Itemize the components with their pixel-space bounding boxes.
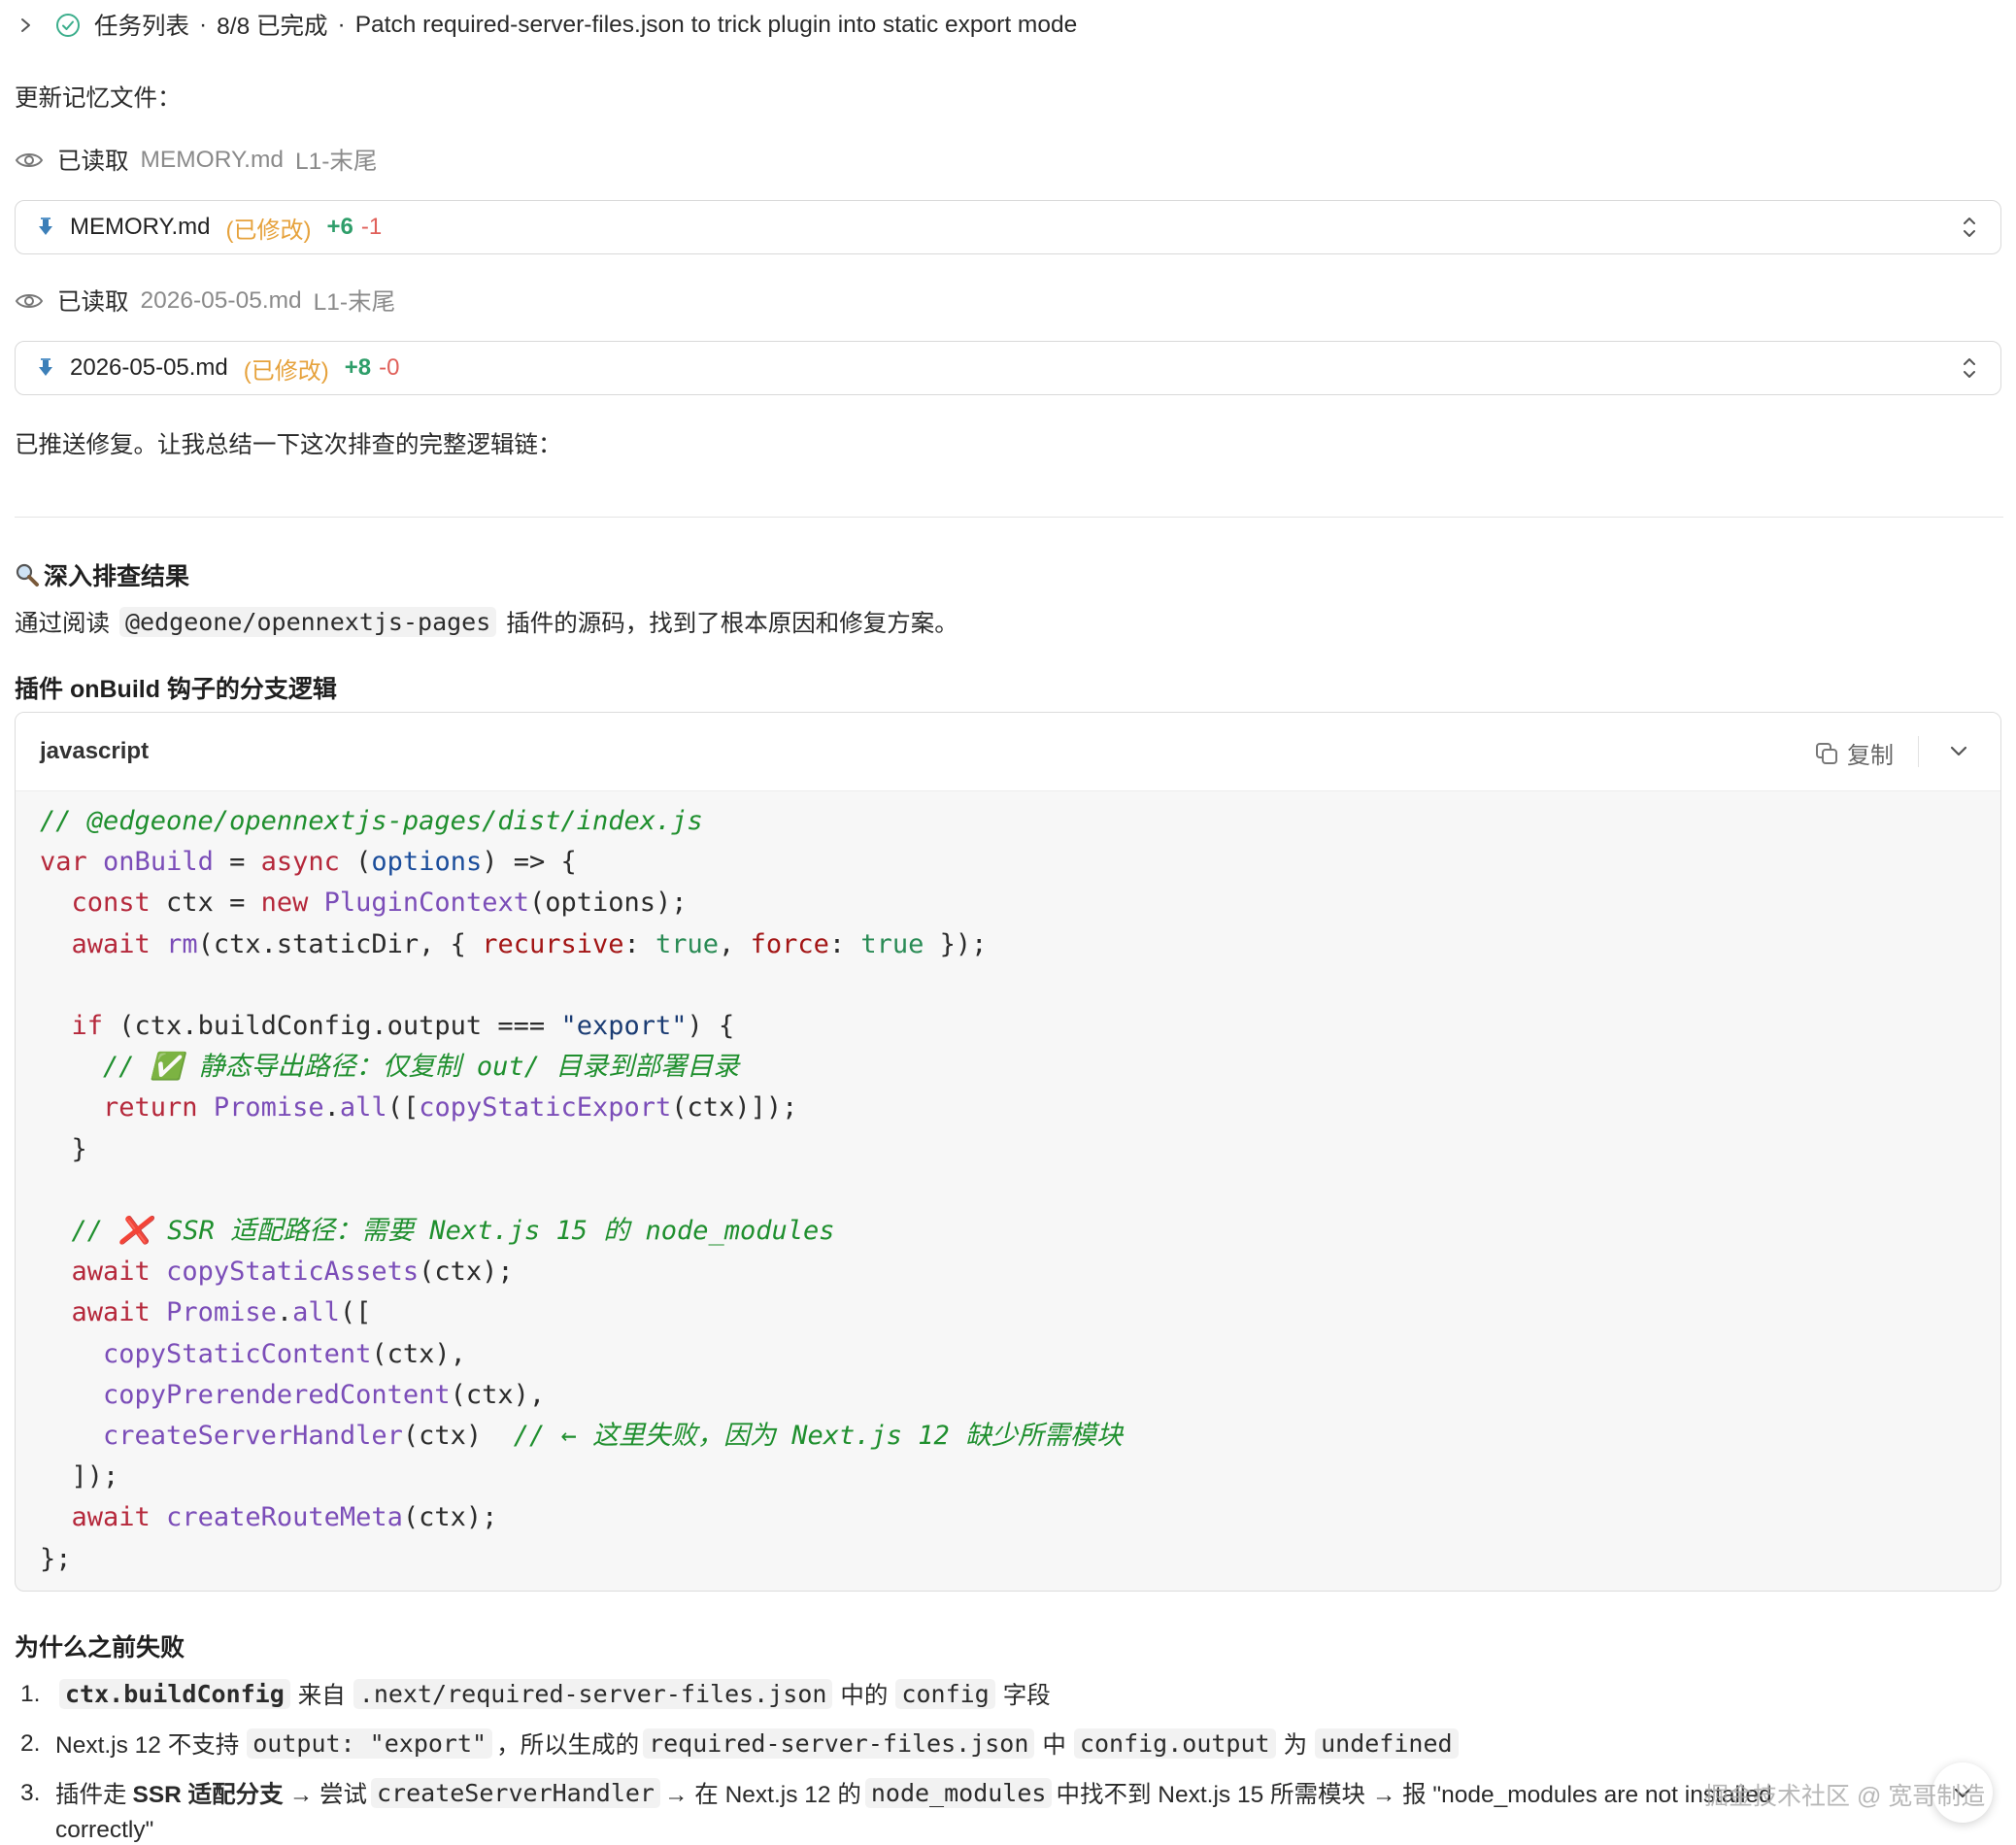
list-item: 2. Next.js 12 不支持 output: "export" ，所以生成… (20, 1727, 1462, 1761)
intro-before: 通过阅读 (15, 611, 110, 637)
section-intro: 通过阅读 @edgeone/opennextjs-pages 插件的源码，找到了… (15, 605, 958, 639)
magnifier-icon (16, 563, 39, 587)
list-item: 1. ctx.buildConfig 来自 .next/required-ser… (20, 1679, 1051, 1709)
code-content: // @edgeone/opennextjs-pages/dist/index.… (40, 806, 1124, 1574)
read-range: L1-末尾 (313, 289, 396, 316)
update-memory-text: 更新记忆文件： (15, 85, 182, 112)
read-file[interactable]: MEMORY.md (141, 147, 285, 174)
download-arrow-icon (39, 218, 52, 235)
read-entry[interactable]: 已读取 2026-05-05.md L1-末尾 (15, 284, 395, 318)
read-entry[interactable]: 已读取 MEMORY.md L1-末尾 (15, 143, 377, 177)
read-label: 已读取 (57, 149, 129, 175)
read-label: 已读取 (57, 289, 129, 316)
read-file[interactable]: 2026-05-05.md (141, 287, 302, 315)
section-heading: 深入排查结果 (15, 557, 189, 592)
lines-added: +8 (344, 354, 372, 381)
chevron-right-icon[interactable] (18, 17, 34, 34)
inline-code: config (895, 1679, 995, 1709)
expand-toggle-icon[interactable] (1962, 355, 1977, 381)
download-arrow-icon (39, 358, 52, 376)
code-comment: // @edgeone/opennextjs-pages/dist/index.… (40, 806, 703, 836)
copy-icon (1816, 742, 1837, 764)
code-comment: // ❌ SSR 适配路径：需要 Next.js 15 的 node_modul… (71, 1216, 835, 1247)
inline-code: .next/required-server-files.json (353, 1679, 833, 1709)
inline-code: config.output (1073, 1728, 1276, 1759)
inline-code: required-server-files.json (643, 1728, 1035, 1759)
code-comment: // ✅ 静态导出路径：仅复制 out/ 目录到部署目录 (103, 1052, 740, 1083)
divider (15, 517, 2003, 518)
file-name[interactable]: MEMORY.md (70, 214, 210, 241)
eye-icon (15, 152, 44, 167)
code-comment: // ← 这里失败，因为 Next.js 12 缺少所需模块 (513, 1421, 1124, 1452)
file-edit-card[interactable]: MEMORY.md (已修改) +6 -1 (15, 200, 2001, 254)
inline-code: createServerHandler (371, 1778, 660, 1808)
inline-code: @edgeone/opennextjs-pages (119, 607, 497, 637)
pushed-fix-text: 已推送修复。让我总结一下这次排查的完整逻辑链： (15, 432, 562, 458)
check-circle-icon (56, 13, 80, 37)
code-language: javascript (40, 738, 150, 764)
task-description: Patch required-server-files.json to tric… (354, 11, 1078, 38)
code-block-header: javascript 复制 (16, 713, 2000, 791)
intro-after: 插件的源码，找到了根本原因和修复方案。 (506, 611, 958, 637)
chevron-down-icon[interactable] (1946, 738, 1971, 763)
copy-label: 复制 (1847, 743, 1894, 769)
inline-code: undefined (1315, 1728, 1459, 1759)
lines-removed: -1 (360, 214, 383, 240)
lines-removed: -0 (379, 354, 400, 381)
modified-status: (已修改) (225, 217, 312, 244)
why-title: 为什么之前失败 (15, 1634, 185, 1661)
subsection-title: 插件 onBuild 钩子的分支逻辑 (15, 676, 337, 703)
task-list-title: 任务列表 (94, 14, 189, 40)
copy-button[interactable]: 复制 (1814, 736, 1894, 770)
task-progress: 8/8 已完成 (217, 14, 328, 40)
eye-icon (15, 293, 44, 308)
watermark: 掘金技术社区 @ 宽哥制造 (1704, 1783, 1986, 1810)
separator: · (199, 11, 208, 38)
code-block: javascript 复制 // @edgeone/opennextjs-pag… (15, 712, 2001, 1592)
section-title: 深入排查结果 (44, 563, 190, 590)
inline-code: ctx.buildConfig (59, 1679, 290, 1709)
lines-added: +6 (326, 214, 353, 240)
modified-status: (已修改) (243, 357, 329, 385)
file-name[interactable]: 2026-05-05.md (70, 354, 228, 382)
list-item-continuation: correctly" (55, 1817, 154, 1843)
header-divider (1918, 736, 1919, 767)
inline-code: output: "export" (247, 1728, 493, 1759)
file-edit-card[interactable]: 2026-05-05.md (已修改) +8 -0 (15, 341, 2001, 395)
inline-code: node_modules (864, 1778, 1053, 1808)
separator: · (337, 11, 346, 38)
list-item: 3. 插件走 SSR 适配分支 → 尝试 createServerHandler… (20, 1778, 1772, 1808)
task-list-summary[interactable]: 任务列表 · 8/8 已完成 · Patch required-server-f… (15, 8, 1077, 42)
expand-toggle-icon[interactable] (1962, 215, 1977, 240)
read-range: L1-末尾 (295, 149, 378, 175)
